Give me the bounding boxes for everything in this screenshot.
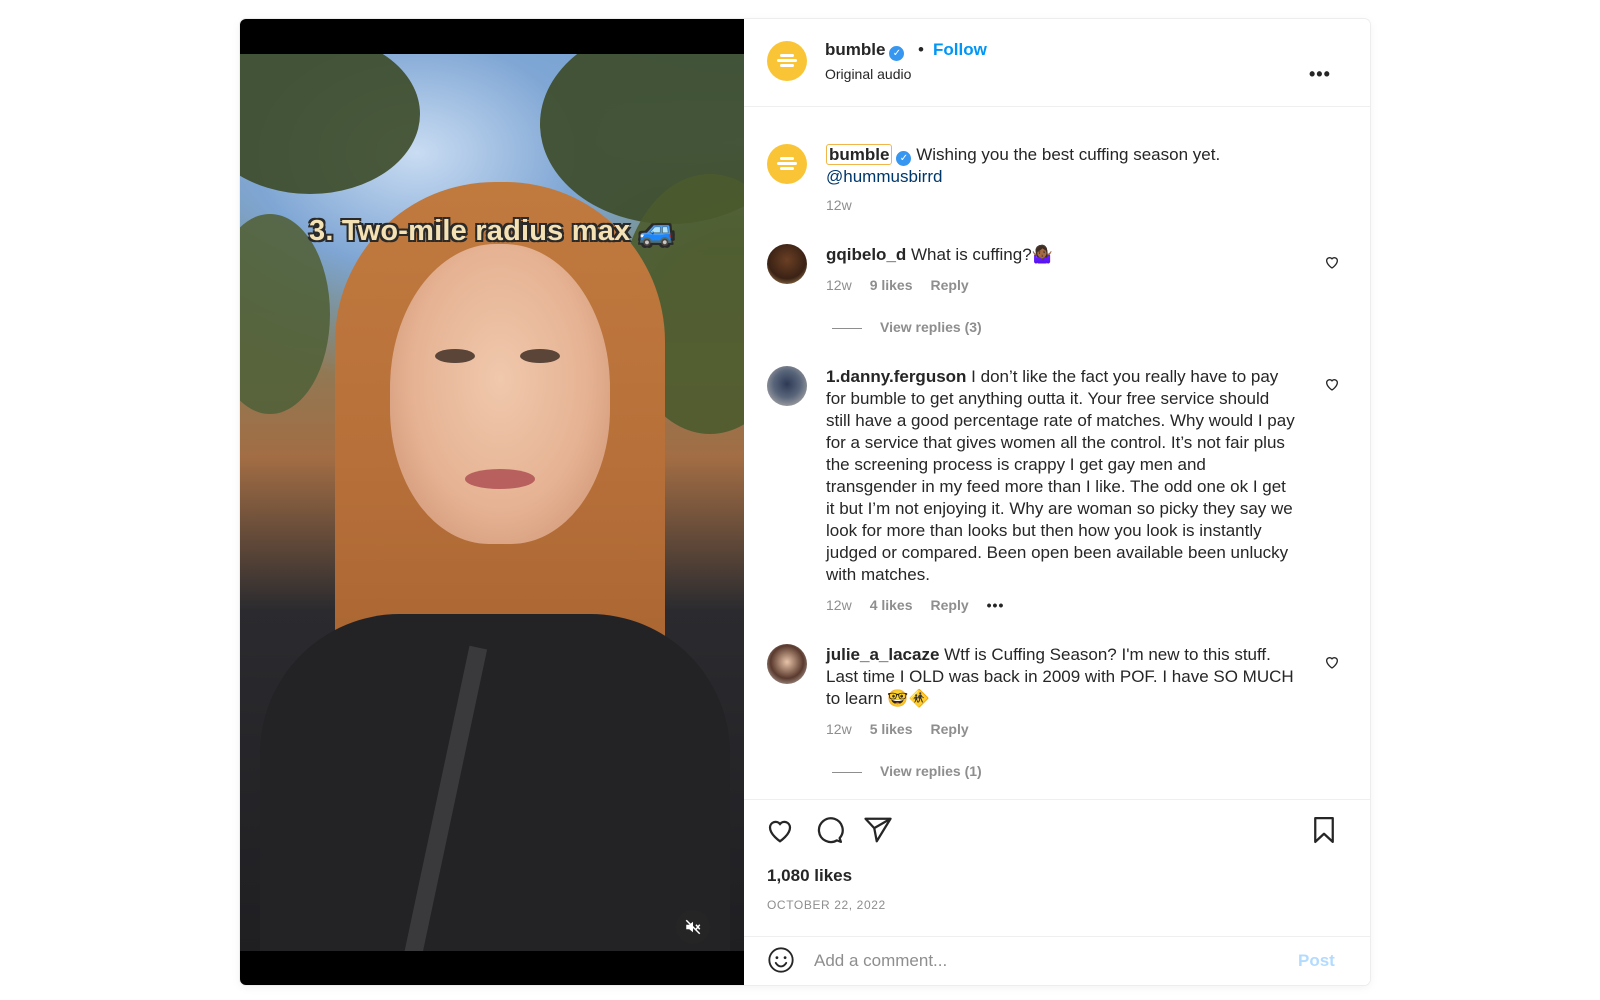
add-comment-bar: Post [744, 936, 1370, 985]
bookmark-icon[interactable] [1309, 815, 1339, 845]
header-separator: • [918, 40, 924, 59]
bumble-avatar[interactable] [767, 41, 807, 81]
post-media[interactable]: 3. Two-mile radius max 🚙 [240, 19, 744, 985]
comment-bubble-icon[interactable] [814, 815, 844, 845]
comment-likes[interactable]: 5 likes [870, 721, 913, 737]
post-actions: 1,080 likes OCTOBER 22, 2022 [744, 799, 1370, 917]
more-options-icon[interactable]: ••• [1309, 65, 1331, 83]
comment-text: julie_a_lacaze Wtf is Cuffing Season? I'… [826, 645, 1294, 708]
heart-icon[interactable] [765, 815, 795, 845]
comment-time[interactable]: 12w [826, 721, 852, 737]
comment-username[interactable]: gqibelo_d [826, 245, 906, 264]
post-date[interactable]: OCTOBER 22, 2022 [767, 898, 886, 912]
bumble-logo-icon [777, 156, 797, 172]
original-audio-link[interactable]: Original audio [825, 66, 911, 82]
person-shirt [260, 614, 730, 951]
post-comment-button[interactable]: Post [1298, 951, 1335, 971]
caption-avatar[interactable] [767, 144, 807, 184]
heart-icon[interactable] [1324, 376, 1340, 392]
reply-button[interactable]: Reply [931, 597, 969, 613]
mute-button[interactable] [676, 910, 710, 944]
verified-badge-icon: ✓ [889, 46, 905, 61]
heart-icon[interactable] [1324, 654, 1340, 670]
person-face [390, 244, 610, 544]
comment-time[interactable]: 12w [826, 597, 852, 613]
video-frame[interactable]: 3. Two-mile radius max 🚙 [240, 54, 744, 951]
comment-text: 1.danny.ferguson I don’t like the fact y… [826, 367, 1295, 584]
avatar[interactable] [767, 644, 807, 684]
avatar[interactable] [767, 244, 807, 284]
reply-button[interactable]: Reply [931, 277, 969, 293]
view-replies-button[interactable]: View replies (1) [832, 763, 982, 779]
caption-mention[interactable]: @hummusbirrd [826, 167, 942, 186]
caption-time[interactable]: 12w [826, 197, 852, 213]
header-username[interactable]: bumble [825, 40, 885, 59]
caption-text: Wishing you the best cuffing season yet. [916, 145, 1221, 164]
heart-icon[interactable] [1324, 254, 1340, 270]
comment-likes[interactable]: 9 likes [870, 277, 913, 293]
speaker-muted-icon [685, 919, 701, 935]
follow-button[interactable]: Follow [933, 40, 987, 60]
view-replies-button[interactable]: View replies (3) [832, 319, 982, 335]
post-caption: bumble ✓ Wishing you the best cuffing sea… [826, 144, 1298, 188]
caption-username[interactable]: bumble [826, 144, 893, 165]
verified-badge-icon: ✓ [896, 151, 912, 166]
comment-username[interactable]: julie_a_lacaze [826, 645, 939, 664]
comment-input[interactable] [814, 949, 1274, 973]
avatar[interactable] [767, 366, 807, 406]
post-details-panel: bumble ✓ • Follow Original audio ••• bumb… [744, 19, 1370, 985]
comment-likes[interactable]: 4 likes [870, 597, 913, 613]
comment-time[interactable]: 12w [826, 277, 852, 293]
likes-count[interactable]: 1,080 likes [767, 866, 852, 886]
emoji-icon[interactable] [767, 946, 795, 974]
instagram-post-modal: 3. Two-mile radius max 🚙 bumble ✓ • Foll… [240, 19, 1370, 985]
send-icon[interactable] [863, 815, 893, 845]
comments-list[interactable]: bumble ✓ Wishing you the best cuffing sea… [744, 107, 1370, 799]
video-caption-overlay: 3. Two-mile radius max 🚙 [309, 215, 675, 247]
reply-button[interactable]: Reply [931, 721, 969, 737]
post-header: bumble ✓ • Follow Original audio ••• [744, 19, 1370, 107]
comment-username[interactable]: 1.danny.ferguson [826, 367, 966, 386]
bumble-logo-icon [777, 53, 797, 69]
comment-options-icon[interactable]: ••• [987, 597, 1005, 613]
comment-text: gqibelo_d What is cuffing?🤷🏾‍♀️ [826, 245, 1053, 264]
